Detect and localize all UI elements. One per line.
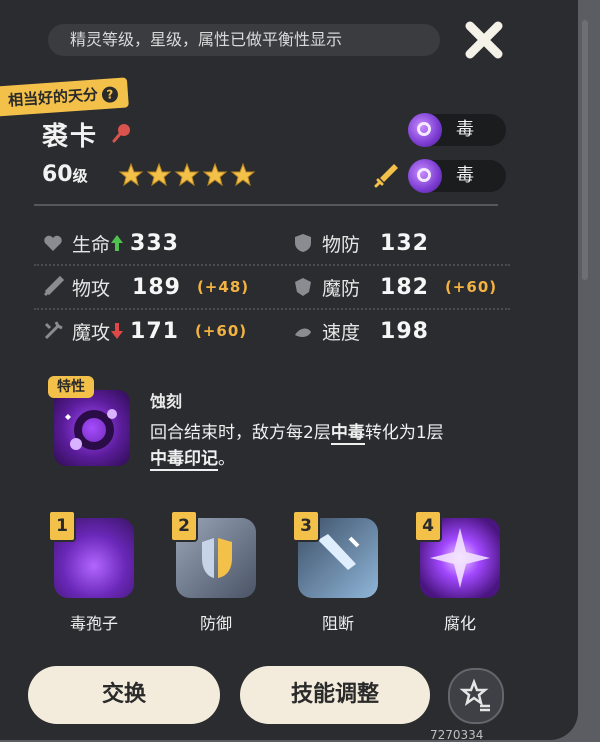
- keyword-poison[interactable]: 中毒: [330, 423, 365, 445]
- star-icon: [230, 162, 256, 187]
- pet-name: 裘卡: [42, 122, 99, 152]
- attribute-badge-secondary[interactable]: 毒: [408, 159, 506, 193]
- trait-name: 蚀刻: [150, 392, 183, 411]
- keyword-poison-mark[interactable]: 中毒印记: [150, 449, 218, 471]
- stat-hp: 生命 333: [42, 228, 179, 258]
- trait-description: 回合结束时，敌方每2层中毒转化为1层 中毒印记。: [150, 423, 444, 471]
- section-divider: [34, 204, 498, 206]
- skill-slot-2[interactable]: 2 防御: [170, 510, 258, 633]
- stat-speed: 速度 198: [292, 316, 429, 346]
- scroll-edge: [582, 20, 588, 280]
- help-icon[interactable]: ?: [101, 86, 119, 104]
- skill-slot-3[interactable]: 3 阻断: [292, 510, 380, 633]
- stat-magic-defense: 魔防 182 (+60): [292, 272, 497, 302]
- star-icon: [146, 162, 172, 187]
- swap-button[interactable]: 交换: [28, 666, 220, 724]
- heart-icon: [44, 235, 62, 251]
- skill-adjust-button[interactable]: 技能调整: [240, 666, 430, 724]
- favorite-star-button[interactable]: [448, 668, 504, 724]
- skill-slot-1[interactable]: 1 毒孢子: [48, 510, 136, 633]
- sword-stat-icon: [43, 276, 64, 297]
- star-icon: [202, 162, 228, 187]
- poison-orb-icon: [408, 113, 442, 147]
- wind-icon: [295, 328, 311, 337]
- close-icon: [465, 21, 503, 59]
- poison-orb-icon: [408, 159, 442, 193]
- close-button[interactable]: [462, 18, 506, 62]
- attribute-badge-primary[interactable]: 毒: [408, 113, 506, 147]
- row-divider: [34, 308, 510, 310]
- trait-badge: 特性: [48, 376, 94, 398]
- arrow-up-icon: [111, 235, 124, 251]
- row-divider: [34, 264, 510, 266]
- pet-level: 60级: [42, 162, 88, 187]
- wand-icon: [44, 321, 63, 340]
- stat-physical-attack: 物攻 189 (+48): [42, 272, 249, 302]
- stat-magic-attack: 魔攻 171 (+60): [42, 316, 247, 346]
- etch-icon: [65, 409, 117, 450]
- talent-label: 相当好的天分: [7, 85, 99, 110]
- pin-icon: [112, 124, 130, 143]
- magic-shield-icon: [295, 278, 311, 296]
- star-list-icon: [459, 678, 490, 712]
- arrow-down-icon: [111, 323, 124, 339]
- star-rating: [118, 162, 256, 188]
- balance-notice-banner: 精灵等级，星级，属性已做平衡性显示: [48, 24, 440, 56]
- star-icon: [118, 162, 144, 187]
- stat-physical-defense: 物防 132: [292, 228, 429, 258]
- star-icon: [174, 162, 200, 187]
- skill-slot-4[interactable]: 4 腐化: [414, 510, 502, 633]
- shield-icon: [295, 234, 311, 252]
- trait-icon[interactable]: [54, 390, 130, 466]
- sword-icon: [374, 164, 398, 188]
